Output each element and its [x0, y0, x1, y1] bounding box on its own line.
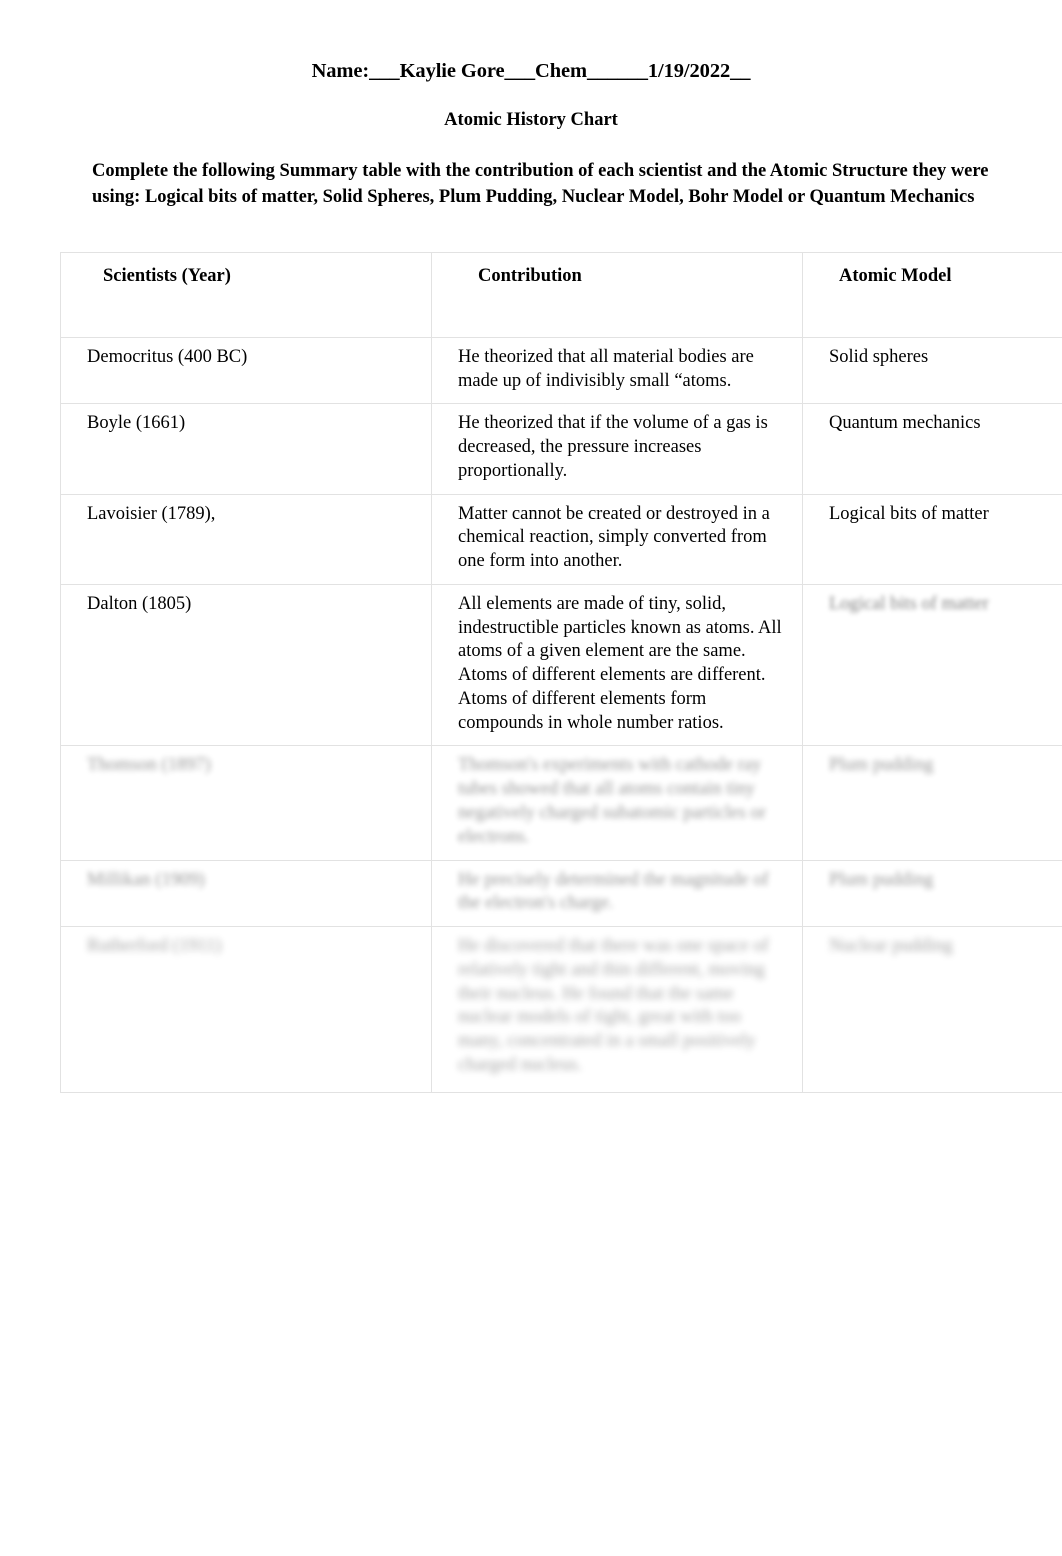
cell-contribution: He discovered that there was one space o…	[431, 926, 803, 1093]
cell-scientist: Rutherford (1911)	[60, 926, 432, 1093]
column-header-scientists: Scientists (Year)	[60, 252, 432, 338]
column-header-contribution: Contribution	[431, 252, 803, 338]
cell-contribution: He theorized that if the volume of a gas…	[431, 403, 803, 495]
table-row: Rutherford (1911) He discovered that the…	[60, 926, 1062, 1093]
table-row: Thomson (1897) Thomson's experiments wit…	[60, 745, 1062, 861]
cell-scientist: Thomson (1897)	[60, 745, 432, 861]
instructions-paragraph: Complete the following Summary table wit…	[92, 161, 989, 208]
table-row: Lavoisier (1789), Matter cannot be creat…	[60, 493, 1062, 585]
cell-scientist: Dalton (1805)	[60, 583, 432, 747]
cell-scientist: Millikan (1909)	[60, 859, 432, 928]
cell-atomic-model: Logical bits of matter	[802, 583, 1062, 747]
table-row: Dalton (1805) All elements are made of t…	[60, 583, 1062, 747]
cell-atomic-model: Plum pudding	[802, 745, 1062, 861]
table-header-row: Scientists (Year) Contribution Atomic Mo…	[60, 252, 1062, 338]
cell-atomic-model: Plum pudding	[802, 859, 1062, 928]
atomic-history-table: Scientists (Year) Contribution Atomic Mo…	[60, 252, 1062, 1093]
document-page: Name:___Kaylie Gore___Chem______1/19/202…	[0, 0, 1062, 1556]
table-row: Boyle (1661) He theorized that if the vo…	[60, 403, 1062, 495]
table-body: Democritus (400 BC) He theorized that al…	[60, 336, 1062, 1093]
cell-atomic-model: Solid spheres	[802, 336, 1062, 405]
cell-contribution: All elements are made of tiny, solid, in…	[431, 583, 803, 747]
cell-contribution: He precisely determined the magnitude of…	[431, 859, 803, 928]
cell-atomic-model: Logical bits of matter	[802, 493, 1062, 585]
cell-contribution: Matter cannot be created or destroyed in…	[431, 493, 803, 585]
table-row: Millikan (1909) He precisely determined …	[60, 859, 1062, 928]
table-row: Democritus (400 BC) He theorized that al…	[60, 336, 1062, 405]
page-title: Atomic History Chart	[444, 110, 618, 130]
cell-atomic-model: Nuclear pudding	[802, 926, 1062, 1093]
cell-scientist: Boyle (1661)	[60, 403, 432, 495]
cell-scientist: Lavoisier (1789),	[60, 493, 432, 585]
column-header-atomic-model: Atomic Model	[802, 252, 1062, 338]
student-name-line: Name:___Kaylie Gore___Chem______1/19/202…	[311, 60, 751, 82]
cell-atomic-model: Quantum mechanics	[802, 403, 1062, 495]
cell-contribution: Thomson's experiments with cathode ray t…	[431, 745, 803, 861]
cell-scientist: Democritus (400 BC)	[60, 336, 432, 405]
cell-contribution: He theorized that all material bodies ar…	[431, 336, 803, 405]
